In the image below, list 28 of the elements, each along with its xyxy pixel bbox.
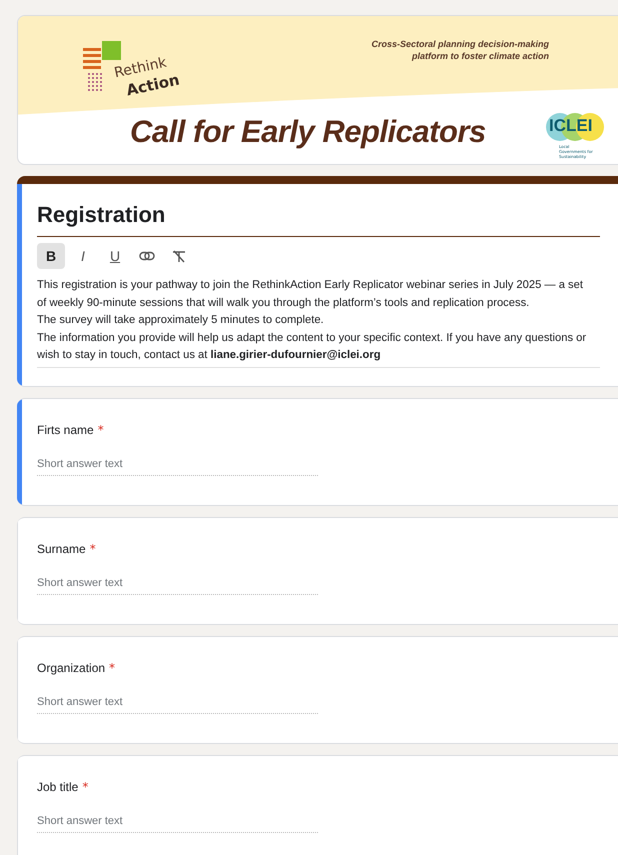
required-mark: * (82, 780, 88, 794)
question-label: Surname (37, 542, 86, 556)
question-label: Firts name (37, 422, 94, 436)
answer-field[interactable]: Short answer text (37, 458, 318, 476)
description-paragraph: The information you provide will help us adapt the content to your specific context. If you have any questions or wish to stay in touch, contact us at liane.girier-dufournier@iclei.org (37, 330, 588, 363)
clear-formatting-icon (172, 250, 186, 262)
format-button[interactable]: U (101, 243, 129, 269)
format-button[interactable]: I (69, 243, 97, 269)
required-mark: * (90, 542, 96, 556)
section-title: Registration (37, 202, 166, 228)
banner-title: Call for Early Replicators (130, 114, 486, 150)
required-mark: * (109, 660, 116, 674)
answer-field[interactable]: Short answer text (37, 576, 318, 594)
question-card[interactable]: Organization * Short answer text (17, 636, 618, 744)
answer-field[interactable]: Short answer text (37, 696, 318, 714)
required-mark: * (98, 422, 104, 436)
format-button[interactable]: B (37, 243, 65, 269)
question-label: Job title (37, 780, 78, 794)
answer-field[interactable]: Short answer text (37, 814, 318, 832)
question-card[interactable]: Job title * Short answer text (17, 754, 618, 855)
description-paragraph: The survey will take approximately 5 minutes to complete. (37, 313, 325, 328)
banner-tagline: Cross-Sectoral planning decision-making platform to foster climate action (371, 38, 549, 62)
description-paragraph: This registration is your pathway to join the RethinkAction Early Replicator webinar series in July 2025 — a set of weekly 90-minute sessions that will walk you through the platform’s tools and replication process. (37, 278, 584, 310)
section-card[interactable] (17, 176, 618, 386)
question-card[interactable]: Firts name * Short answer text (17, 398, 618, 506)
link-icon (139, 251, 155, 261)
question-card[interactable]: Surname * Short answer text (17, 516, 618, 624)
question-label: Organization (37, 660, 106, 674)
